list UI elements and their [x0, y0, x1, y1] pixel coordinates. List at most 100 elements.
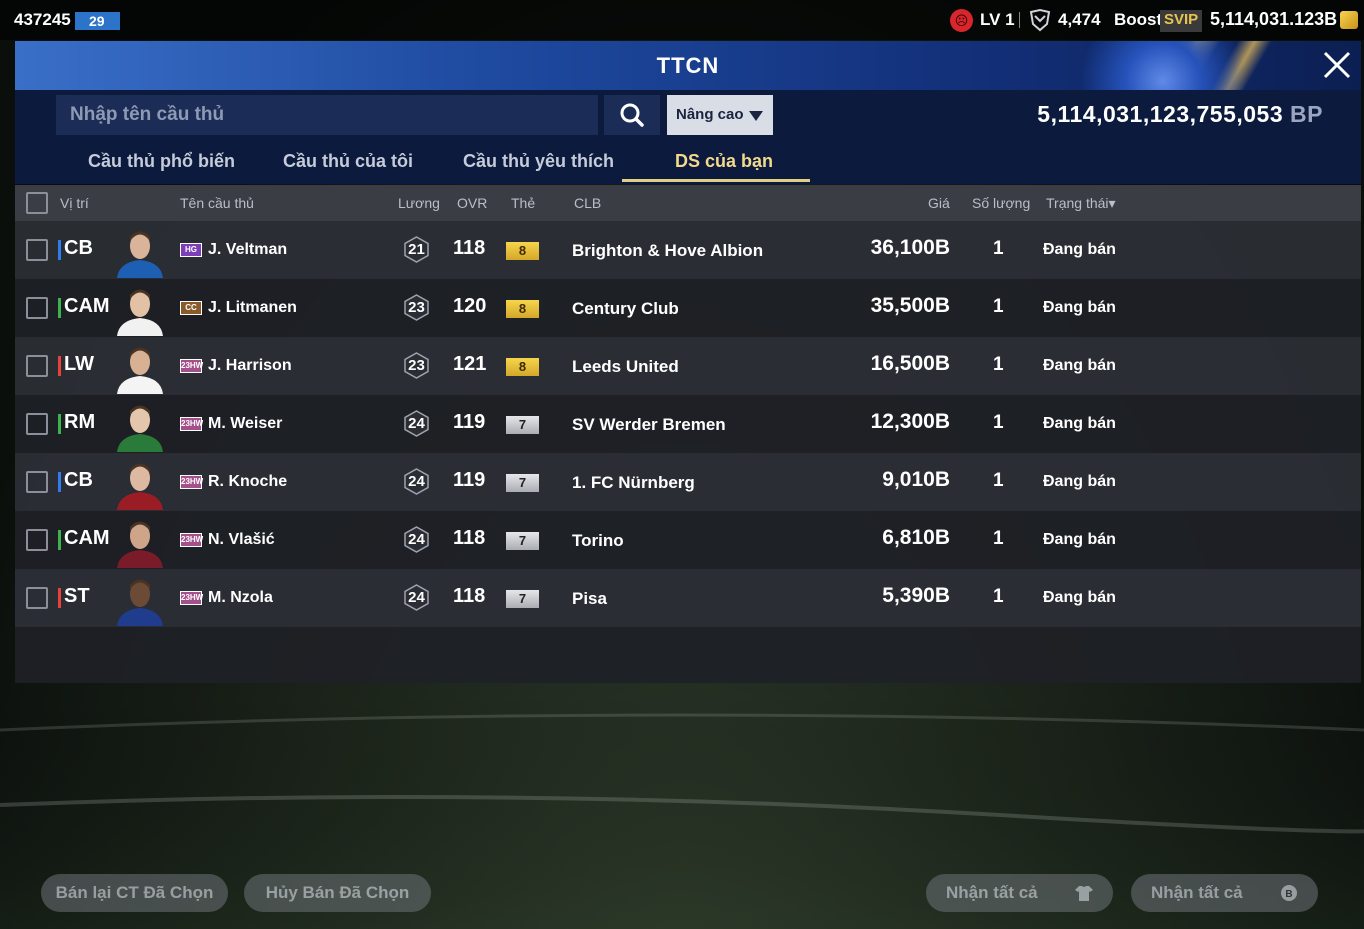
upgrade-card-badge: 7 — [506, 474, 539, 492]
table-row[interactable]: CAM 23HW N. Vlašić 24 118 7 Torino 6,810… — [15, 511, 1361, 569]
coin-count: 4,474 — [1058, 10, 1101, 29]
user-id: 437245 — [14, 10, 71, 29]
player-club: SV Werder Bremen — [572, 415, 726, 434]
listing-price: 5,390B — [882, 584, 950, 607]
resell-selected-button[interactable]: Bán lại CT Đã Chọn — [41, 874, 228, 912]
gold-bars-icon — [1340, 11, 1358, 29]
player-wage: 23 — [408, 299, 425, 316]
player-name: M. Weiser — [208, 415, 283, 432]
shirt-icon — [1075, 886, 1093, 901]
claim-all-bp-button[interactable]: Nhận tất cả B — [1131, 874, 1318, 912]
listing-quantity: 1 — [993, 412, 1004, 433]
page-title: TTCN — [656, 53, 720, 78]
player-wage: 23 — [408, 357, 425, 374]
player-wage: 21 — [408, 241, 425, 258]
bp-total-amount: 5,114,031,123,755,053 — [1037, 101, 1284, 127]
tab-my-players[interactable]: Cầu thủ của tôi — [283, 151, 413, 172]
player-name: J. Harrison — [208, 357, 292, 374]
player-name: J. Veltman — [208, 241, 288, 258]
tab-my-listings[interactable]: DS của bạn — [675, 151, 773, 172]
advanced-filter-label: Nâng cao — [676, 106, 744, 123]
player-avatar — [117, 405, 163, 452]
table-row[interactable]: ST 23HW M. Nzola 24 118 7 Pisa 5,390B 1 … — [15, 569, 1361, 627]
tab-favorite-players[interactable]: Cầu thủ yêu thích — [463, 151, 614, 172]
season-badge: HG — [180, 243, 202, 257]
player-avatar — [117, 579, 163, 626]
player-avatar — [117, 463, 163, 510]
sad-face-icon: ☹ — [950, 9, 973, 32]
column-wage: Lương — [398, 195, 440, 211]
cancel-sale-selected-button[interactable]: Hủy Bán Đã Chọn — [244, 874, 431, 912]
player-avatar — [117, 231, 163, 278]
level-text: LV 1 — [980, 10, 1015, 29]
svg-text:B: B — [1285, 889, 1292, 900]
row-checkbox[interactable] — [26, 529, 48, 551]
player-ovr: 118 — [453, 527, 486, 549]
bp-balance: 5,114,031.123B — [1210, 9, 1338, 29]
listing-quantity: 1 — [993, 296, 1004, 317]
player-ovr: 119 — [453, 411, 486, 433]
close-icon[interactable] — [1317, 45, 1357, 85]
column-status-sort[interactable]: Trạng thái▾ — [1046, 195, 1116, 212]
player-wage: 24 — [408, 589, 425, 606]
panel-header: TTCN — [15, 41, 1361, 90]
position-color-bar — [58, 530, 61, 550]
advanced-filter-dropdown[interactable]: Nâng cao — [667, 95, 773, 135]
row-checkbox[interactable] — [26, 239, 48, 261]
season-badge: 23HW — [180, 475, 203, 489]
table-row[interactable]: LW 23HW J. Harrison 23 121 8 Leeds Unite… — [15, 337, 1361, 395]
search-button[interactable] — [604, 95, 660, 135]
position-color-bar — [58, 240, 61, 260]
player-ovr: 119 — [453, 469, 486, 491]
season-badge: 23HW — [180, 359, 203, 373]
player-avatar — [117, 347, 163, 394]
active-tab-indicator — [622, 179, 810, 182]
table-row[interactable]: CAM CC J. Litmanen 23 120 8 Century Club… — [15, 279, 1361, 337]
player-position: CB — [64, 237, 93, 259]
row-checkbox[interactable] — [26, 587, 48, 609]
position-color-bar — [58, 414, 61, 434]
sort-down-icon: ▾ — [1108, 195, 1116, 211]
player-position: RM — [64, 411, 96, 433]
player-club: Torino — [572, 531, 624, 550]
position-color-bar — [58, 298, 61, 318]
table-row[interactable]: RM 23HW M. Weiser 24 119 7 SV Werder Bre… — [15, 395, 1361, 453]
claim-all-players-button[interactable]: Nhận tất cả — [926, 874, 1113, 912]
player-club: 1. FC Nürnberg — [572, 473, 695, 492]
status-bar: 437245 29 ☹ LV 1 4,474 Boost SVIP 5,114,… — [0, 0, 1364, 40]
player-avatar — [117, 289, 163, 336]
player-ovr: 118 — [453, 237, 486, 259]
listing-status: Đang bán — [1043, 241, 1116, 258]
column-price: Giá — [928, 195, 950, 211]
column-club: CLB — [574, 195, 602, 211]
column-status: Trạng thái — [1046, 195, 1109, 211]
position-color-bar — [58, 472, 61, 492]
player-club: Brighton & Hove Albion — [572, 241, 764, 260]
position-color-bar — [58, 356, 61, 376]
listing-status: Đang bán — [1043, 299, 1116, 316]
row-checkbox[interactable] — [26, 297, 48, 319]
listing-quantity: 1 — [993, 586, 1004, 607]
listing-quantity: 1 — [993, 354, 1004, 375]
bp-coin-icon: B — [1281, 885, 1297, 901]
column-name: Tên cầu thủ — [180, 195, 254, 211]
search-bar: Nâng cao 5,114,031,123,755,053 BP — [15, 90, 1361, 140]
listing-price: 36,100B — [870, 236, 950, 259]
boost-label: Boost — [1114, 10, 1163, 29]
tab-popular-players[interactable]: Cầu thủ phổ biến — [88, 151, 235, 172]
table-row[interactable]: CB HG J. Veltman 21 118 8 Brighton & Hov… — [15, 221, 1361, 279]
select-all-checkbox[interactable] — [26, 192, 48, 214]
player-position: CAM — [64, 295, 110, 317]
player-position: LW — [64, 353, 94, 375]
column-quantity: Số lượng — [972, 195, 1031, 211]
table-row[interactable]: CB 23HW R. Knoche 24 119 7 1. FC Nürnber… — [15, 453, 1361, 511]
svip-badge: SVIP — [1160, 10, 1203, 32]
row-checkbox[interactable] — [26, 355, 48, 377]
search-icon — [620, 103, 644, 127]
season-badge: 23HW — [180, 533, 203, 547]
search-input[interactable] — [56, 95, 598, 135]
player-name: J. Litmanen — [208, 299, 297, 316]
row-checkbox[interactable] — [26, 413, 48, 435]
row-checkbox[interactable] — [26, 471, 48, 493]
listing-table: Vị trí Tên cầu thủ Lương OVR Thẻ CLB Giá… — [15, 185, 1361, 683]
